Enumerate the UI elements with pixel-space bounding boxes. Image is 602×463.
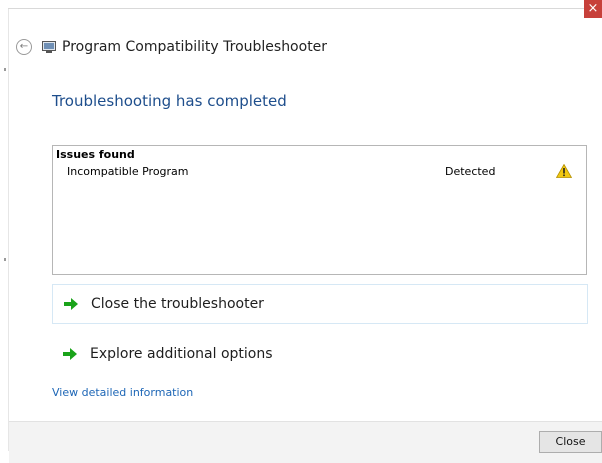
close-button[interactable]: Close bbox=[539, 431, 602, 453]
issues-header: Issues found bbox=[56, 148, 135, 161]
page-title: Troubleshooting has completed bbox=[52, 92, 287, 110]
title-bar: ← Program Compatibility Troubleshooter bbox=[16, 36, 327, 58]
back-arrow-icon[interactable]: ← bbox=[16, 39, 32, 55]
resize-mark-top bbox=[4, 68, 6, 71]
window-title: Program Compatibility Troubleshooter bbox=[62, 39, 328, 55]
warning-icon bbox=[556, 164, 572, 178]
issue-name: Incompatible Program bbox=[67, 165, 189, 178]
option-label: Explore additional options bbox=[90, 346, 273, 362]
window-left-border bbox=[8, 9, 9, 451]
resize-mark-bottom bbox=[4, 258, 6, 261]
green-arrow-icon bbox=[64, 298, 78, 310]
footer-bar: Close bbox=[9, 421, 602, 463]
view-details-link[interactable]: View detailed information bbox=[52, 386, 193, 399]
window-close-button[interactable]: × bbox=[584, 0, 602, 18]
option-label: Close the troubleshooter bbox=[91, 296, 264, 312]
explore-options-option[interactable]: Explore additional options bbox=[52, 334, 588, 374]
issue-status: Detected bbox=[445, 165, 496, 178]
issues-list: Issues found Incompatible Program Detect… bbox=[52, 145, 587, 275]
close-troubleshooter-option[interactable]: Close the troubleshooter bbox=[52, 284, 588, 324]
list-item[interactable]: Incompatible Program Detected bbox=[53, 161, 586, 183]
green-arrow-icon bbox=[63, 348, 77, 360]
troubleshooter-app-icon bbox=[42, 41, 56, 53]
window-top-border bbox=[8, 8, 594, 9]
